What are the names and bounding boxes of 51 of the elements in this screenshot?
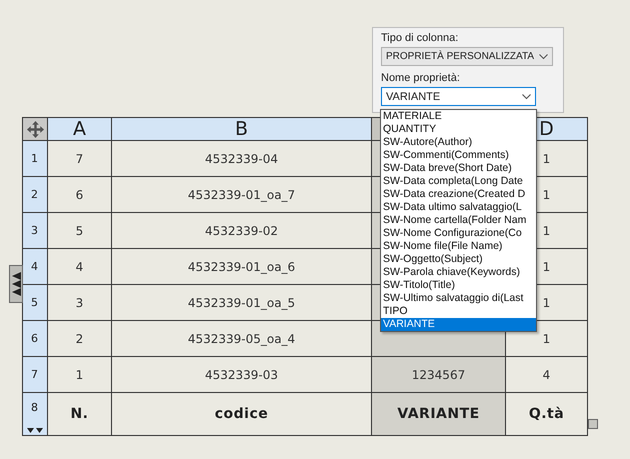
row-number: 5 [31, 296, 38, 309]
property-option[interactable]: VARIANTE [381, 318, 536, 331]
row-number: 7 [31, 368, 38, 381]
column-header[interactable]: B [112, 118, 372, 141]
table-cell: 5 [48, 213, 112, 249]
side-handle[interactable] [9, 265, 23, 303]
row-number: 2 [31, 188, 38, 201]
row-header[interactable]: 4 [23, 249, 48, 285]
row-number: 4 [31, 260, 38, 273]
move-icon [26, 120, 44, 138]
row-header[interactable]: 5 [23, 285, 48, 321]
table-cell: 4532339-04 [112, 141, 372, 177]
table-cell: N. [48, 393, 112, 436]
row-header[interactable]: 3 [23, 213, 48, 249]
table-cell: VARIANTE [372, 393, 506, 436]
table-cell: 4 [48, 249, 112, 285]
row-number: 8 [31, 401, 38, 414]
row-header[interactable]: 6 [23, 321, 48, 357]
row-number: 3 [31, 224, 38, 237]
table-cell: 3 [48, 285, 112, 321]
move-handle[interactable] [23, 118, 48, 141]
expand-down-icon[interactable] [26, 428, 44, 434]
row-header[interactable]: 8 [23, 393, 48, 436]
table-cell: 1234567 [372, 357, 506, 393]
row-number: 6 [31, 332, 38, 345]
table-cell: 4532339-05_oa_4 [112, 321, 372, 357]
table-cell: 6 [48, 177, 112, 213]
table-cell: 7 [48, 141, 112, 177]
table-cell: 4532339-01_oa_7 [112, 177, 372, 213]
row-header[interactable]: 2 [23, 177, 48, 213]
row-header[interactable]: 1 [23, 141, 48, 177]
row-number: 1 [31, 152, 38, 165]
chevron-down-icon [539, 54, 548, 60]
table-cell: 4 [506, 357, 588, 393]
table-cell: 4532339-02 [112, 213, 372, 249]
table-cell: Q.tà [506, 393, 588, 436]
row-header[interactable]: 7 [23, 357, 48, 393]
column-type-dropdown[interactable]: PROPRIETÀ PERSONALIZZATA [381, 47, 553, 66]
resize-handle[interactable] [588, 419, 598, 429]
collapse-left-icon [12, 271, 20, 297]
table-cell: 1 [48, 357, 112, 393]
column-type-label: Tipo di colonna: [381, 32, 458, 44]
column-header[interactable]: A [48, 118, 112, 141]
table-cell: 4532339-03 [112, 357, 372, 393]
property-name-dropdown[interactable]: VARIANTE [381, 87, 536, 106]
table-cell: 4532339-01_oa_5 [112, 285, 372, 321]
table-cell: codice [112, 393, 372, 436]
table-cell: 4532339-01_oa_6 [112, 249, 372, 285]
table-cell: 2 [48, 321, 112, 357]
property-name-label: Nome proprietà: [381, 72, 460, 84]
chevron-down-icon [522, 94, 531, 100]
